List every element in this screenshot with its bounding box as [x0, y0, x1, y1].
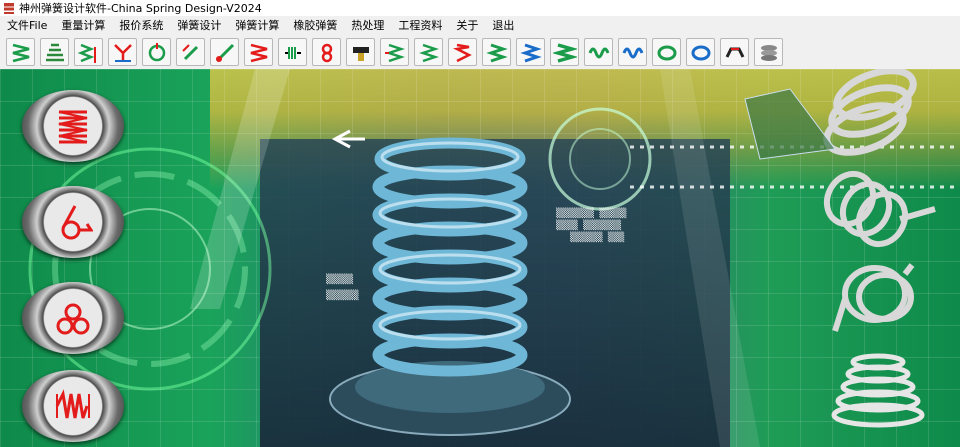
clip-icon	[725, 47, 745, 58]
toolbar-button-clip[interactable]	[720, 38, 749, 66]
torsion-spring-button[interactable]	[22, 186, 124, 258]
toolbar	[0, 35, 960, 70]
toolbar-button-spring-coil[interactable]	[550, 38, 579, 66]
menu-item[interactable]: 退出	[485, 16, 521, 35]
toolbar-button-wire-form[interactable]	[142, 38, 171, 66]
toolbar-button-conical-spring[interactable]	[40, 38, 69, 66]
toolbar-button-compression-spring-green[interactable]	[6, 38, 35, 66]
toolbar-button-spring-force-y[interactable]	[108, 38, 137, 66]
torsion-double-icon	[321, 43, 333, 63]
toolbar-button-spring-load[interactable]	[380, 38, 409, 66]
extension-spring-icon	[285, 47, 301, 59]
toolbar-button-disc-stack[interactable]	[754, 38, 783, 66]
menu-item[interactable]: 橡胶弹簧	[286, 16, 344, 35]
right-compression-spring-icon	[823, 69, 917, 156]
bend-arrow-icon	[182, 44, 199, 61]
toolbar-button-torsion-double[interactable]	[312, 38, 341, 66]
hud-text-decor: ▒▒▒▒▒▒ ▒▒▒	[570, 233, 625, 243]
right-conical-spring-icon	[831, 353, 925, 428]
toolbar-button-ring-blue[interactable]	[686, 38, 715, 66]
extension-spring-icon	[55, 389, 90, 419]
ring-green-icon	[657, 45, 677, 61]
spring-plain-icon	[419, 43, 439, 63]
conical-spring-icon	[46, 43, 64, 62]
window-title: 神州弹簧设计软件-China Spring Design-V2024	[19, 2, 262, 15]
hud-circle-inner-icon	[569, 128, 631, 190]
menu-item[interactable]: 报价系统	[112, 16, 170, 35]
coil-horizontal-icon	[588, 47, 610, 59]
menu-item[interactable]: 重量计算	[54, 16, 112, 35]
menu-item[interactable]: 文件File	[0, 16, 54, 35]
hud-text-decor: ▒▒▒▒ ▒▒▒▒▒▒▒	[556, 221, 622, 231]
spring-load-icon	[385, 43, 405, 63]
red-spring-icon	[250, 43, 268, 63]
toolbar-button-spring-plain[interactable]	[414, 38, 443, 66]
toolbar-button-blue-coil-horizontal[interactable]	[618, 38, 647, 66]
compression-spring-icon	[58, 110, 88, 144]
extension-spring-button[interactable]	[22, 370, 124, 442]
toolbar-button-diagonal-tool[interactable]	[210, 38, 239, 66]
menu-item[interactable]: 关于	[449, 16, 485, 35]
flat-tool-icon	[353, 47, 369, 61]
app-icon	[4, 2, 14, 14]
toolbar-button-spring-weight[interactable]	[74, 38, 103, 66]
menu-item[interactable]: 弹簧计算	[228, 16, 286, 35]
double-torsion-spring-icon	[56, 303, 90, 335]
blue-coil-horizontal-icon	[622, 47, 644, 59]
menu-item[interactable]: 工程资料	[391, 16, 449, 35]
double-torsion-spring-button[interactable]	[22, 282, 124, 354]
compression-spring-green-icon	[12, 43, 30, 63]
hud-text-decor: ▒▒▒▒▒▒▒ ▒▒▒▒▒	[556, 209, 627, 219]
right-extension-spring-icon	[823, 170, 936, 248]
light-beam-icon	[660, 69, 760, 447]
toolbar-button-bend-arrow[interactable]	[176, 38, 205, 66]
toolbar-button-spring-blue[interactable]	[516, 38, 545, 66]
decorative-graphics	[28, 69, 960, 447]
spring-blue-icon	[520, 43, 542, 63]
wire-form-icon	[148, 43, 166, 62]
window-titlebar: 神州弹簧设计软件-China Spring Design-V2024	[0, 0, 960, 16]
menubar: 文件File 重量计算 报价系统 弹簧设计 弹簧计算 橡胶弹簧 热处理 工程资料 关于 退出	[0, 16, 960, 35]
menu-item[interactable]: 弹簧设计	[170, 16, 228, 35]
toolbar-button-red-spring[interactable]	[244, 38, 273, 66]
right-torsion-spring-icon	[832, 263, 915, 332]
hud-circle-icon	[548, 107, 652, 211]
toolbar-button-coil-horizontal[interactable]	[584, 38, 613, 66]
ring-blue-icon	[691, 45, 711, 61]
toolbar-button-ring-green[interactable]	[652, 38, 681, 66]
splash-area: ▒▒▒▒▒▒▒ ▒▒▒▒▒ ▒▒▒▒ ▒▒▒▒▒▒▒ ▒▒▒▒▒▒ ▒▒▒ ▒▒…	[0, 69, 960, 447]
menu-item[interactable]: 热处理	[344, 16, 391, 35]
center-spring-icon	[372, 137, 528, 377]
disc-stack-icon	[761, 45, 777, 61]
toolbar-button-spring-pitch[interactable]	[448, 38, 477, 66]
toolbar-button-spring-green[interactable]	[482, 38, 511, 66]
spring-pitch-icon	[453, 43, 472, 63]
spring-weight-icon	[77, 43, 96, 63]
spring-coil-icon	[553, 43, 577, 63]
glass-shard-icon	[744, 88, 836, 160]
spring-green-icon	[486, 43, 508, 63]
hud-text-decor: ▒▒▒▒▒	[326, 275, 354, 285]
spring-force-y-icon	[114, 44, 132, 62]
diagonal-tool-icon	[215, 43, 235, 63]
toolbar-button-extension-spring[interactable]	[278, 38, 307, 66]
toolbar-button-flat-tool[interactable]	[346, 38, 375, 66]
compression-spring-button[interactable]	[22, 90, 124, 162]
torsion-spring-icon	[61, 205, 93, 240]
hud-text-decor: ▒▒▒▒▒▒	[326, 291, 359, 301]
